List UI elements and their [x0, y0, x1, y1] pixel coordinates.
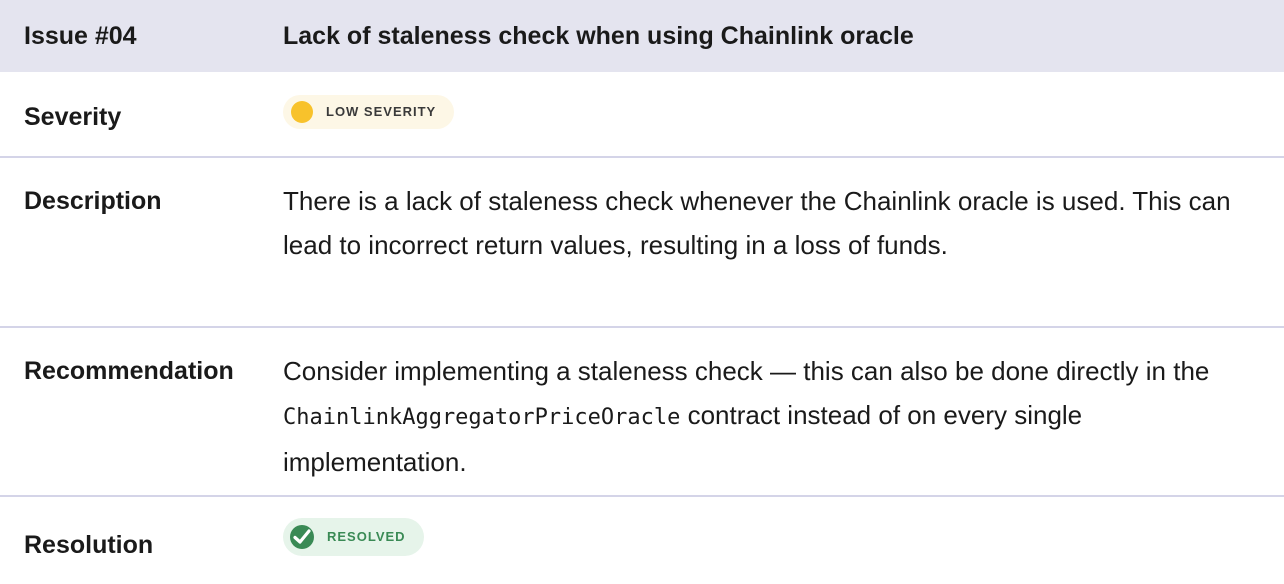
yellow-dot-icon [291, 101, 313, 123]
resolution-row: Resolution RESOLVED [0, 497, 1284, 584]
severity-label: Severity [24, 102, 122, 131]
description-row: Description There is a lack of staleness… [0, 158, 1284, 328]
resolution-badge-text: RESOLVED [327, 528, 406, 544]
description-label: Description [24, 187, 162, 215]
description-text: There is a lack of staleness check whene… [283, 186, 1231, 260]
severity-badge-text: LOW SEVERITY [326, 104, 437, 119]
contract-name-code: ChainlinkAggregatorPriceOracle [283, 405, 681, 430]
resolution-badge: RESOLVED [283, 517, 424, 556]
issue-title: Lack of staleness check when using Chain… [283, 22, 914, 50]
issue-table: Issue #04 Lack of staleness check when u… [0, 0, 1284, 584]
issue-header-row: Issue #04 Lack of staleness check when u… [0, 0, 1284, 72]
recommendation-row: Recommendation Consider implementing a s… [0, 328, 1284, 497]
resolution-label: Resolution [24, 531, 154, 559]
recommendation-label: Recommendation [24, 357, 234, 385]
resolution-value: RESOLVED [283, 517, 1284, 563]
issue-number: Issue #04 [24, 21, 137, 50]
check-circle-icon [290, 524, 314, 549]
recommendation-text-before: Consider implementing a staleness check … [283, 356, 1210, 386]
severity-badge: LOW SEVERITY [283, 95, 455, 129]
severity-value: LOW SEVERITY [283, 92, 1284, 136]
recommendation-text: Consider implementing a staleness check … [283, 349, 1284, 495]
severity-row: Severity LOW SEVERITY [0, 72, 1284, 158]
